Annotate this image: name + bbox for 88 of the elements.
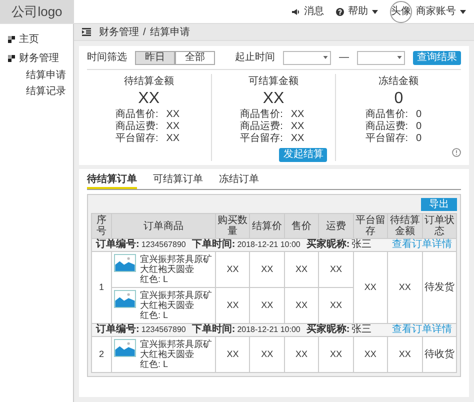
summary-value: XX: [166, 109, 181, 121]
order-time: 2018-12-21 10:00: [237, 239, 300, 251]
filter-label: 时间筛选: [87, 50, 127, 65]
product-name: 宜兴振邦茶具原矿大红袍天圆壶: [140, 339, 213, 359]
summary-label: 商品售价:: [365, 109, 408, 120]
grid-icon: [8, 55, 15, 62]
speaker-icon[interactable]: [292, 8, 300, 16]
summary-value: XX: [290, 121, 306, 133]
help-icon: [336, 8, 344, 16]
tab[interactable]: 可结算订单: [153, 173, 203, 189]
summary-title: 待结算金额: [124, 74, 174, 89]
table-cell: XX: [318, 252, 354, 288]
order-time-label: 下单时间:: [192, 239, 236, 251]
summary-label: 平台留存:: [240, 133, 283, 145]
logo: 公司logo: [0, 0, 74, 23]
messages-link[interactable]: 消息: [304, 4, 324, 19]
start-date-select[interactable]: [283, 50, 331, 64]
order-time-label: 下单时间:: [192, 324, 236, 336]
caret-icon: [323, 56, 328, 59]
tab[interactable]: 冻结订单: [219, 173, 259, 189]
menu-icon[interactable]: [82, 28, 91, 36]
order-time: 2018-12-21 10:00: [237, 324, 300, 336]
breadcrumb-item[interactable]: /: [143, 24, 146, 40]
tab[interactable]: 待结算订单: [87, 173, 137, 189]
summary-label: 商品售价:: [240, 109, 283, 120]
table-cell: XX: [284, 336, 319, 372]
filter-option[interactable]: 昨日: [135, 50, 175, 64]
product-name: 宜兴振邦茶具原矿大红袍天圆壶: [140, 290, 213, 310]
sidebar-item[interactable]: 主页: [19, 32, 39, 47]
table-cell: XX: [250, 252, 284, 288]
sidebar-subitem[interactable]: 结算记录: [8, 86, 73, 98]
product-spec: 红色: L: [140, 310, 170, 321]
summary-label: 商品售价:: [115, 109, 158, 120]
table-cell: 2: [92, 336, 112, 372]
grid-icon: [8, 36, 15, 43]
summary-amount: XX: [262, 89, 284, 109]
summary-value: 0: [416, 133, 423, 145]
sidebar-subitem[interactable]: 结算申请: [8, 70, 73, 82]
caret-icon: [460, 10, 466, 14]
sidebar-item[interactable]: 财务管理: [19, 51, 59, 66]
table-cell: XX: [216, 336, 250, 372]
summary-label: 商品运费:: [115, 121, 158, 132]
order-number-label: 订单编号:: [96, 324, 140, 336]
buyer-name: 张三: [352, 239, 372, 251]
summary-title: 冻结金额: [378, 74, 419, 89]
summary-value: XX: [290, 109, 306, 121]
table-cell: XX: [216, 252, 250, 288]
table-cell: XX: [284, 252, 319, 288]
caret-icon: [372, 10, 378, 14]
summary-label: 平台留存:: [115, 133, 158, 145]
avatar[interactable]: 头像: [390, 0, 412, 22]
summary-label: 商品运费:: [365, 121, 408, 132]
table-cell: 1: [92, 252, 112, 324]
product-spec: 红色: L: [140, 359, 170, 370]
summary-value: XX: [166, 133, 181, 145]
product-spec: 红色: L: [140, 274, 170, 285]
column-header: 序号: [92, 214, 112, 238]
order-number: 1234567890: [141, 239, 186, 251]
order-number: 1234567890: [141, 324, 186, 336]
buyer-label: 买家昵称:: [306, 324, 350, 336]
table-cell: XX: [318, 336, 354, 372]
end-date-select[interactable]: [357, 50, 405, 64]
summary-value: XX: [290, 133, 306, 145]
buyer-label: 买家昵称:: [306, 239, 350, 251]
order-status: 待收货: [422, 336, 456, 372]
summary-amount: XX: [138, 89, 160, 109]
breadcrumb-item[interactable]: 结算申请: [150, 24, 190, 40]
range-label: 起止时间: [235, 50, 275, 65]
caret-icon: [397, 56, 402, 59]
summary-label: 平台留存:: [365, 133, 408, 145]
summary-value: 0: [416, 109, 423, 121]
help-menu[interactable]: 帮助: [348, 4, 368, 19]
order-number-label: 订单编号:: [96, 239, 140, 251]
buyer-name: 张三: [352, 324, 372, 336]
summary-label: 商品运费:: [240, 121, 283, 132]
filter-option[interactable]: 全部: [175, 50, 215, 64]
range-separator: —: [339, 51, 349, 65]
summary-title: 可结算金额: [248, 74, 298, 89]
info-icon[interactable]: [452, 148, 461, 157]
breadcrumb-item[interactable]: 财务管理: [99, 24, 139, 40]
table-cell: XX: [388, 336, 422, 372]
product-name: 宜兴振邦茶具原矿大红袍天圆壶: [140, 254, 213, 274]
table-cell: XX: [353, 336, 388, 372]
account-menu[interactable]: 商家账号: [416, 4, 456, 19]
summary-value: 0: [416, 121, 423, 133]
summary-amount: 0: [394, 89, 404, 109]
summary-value: XX: [166, 121, 181, 133]
table-cell: XX: [250, 336, 284, 372]
